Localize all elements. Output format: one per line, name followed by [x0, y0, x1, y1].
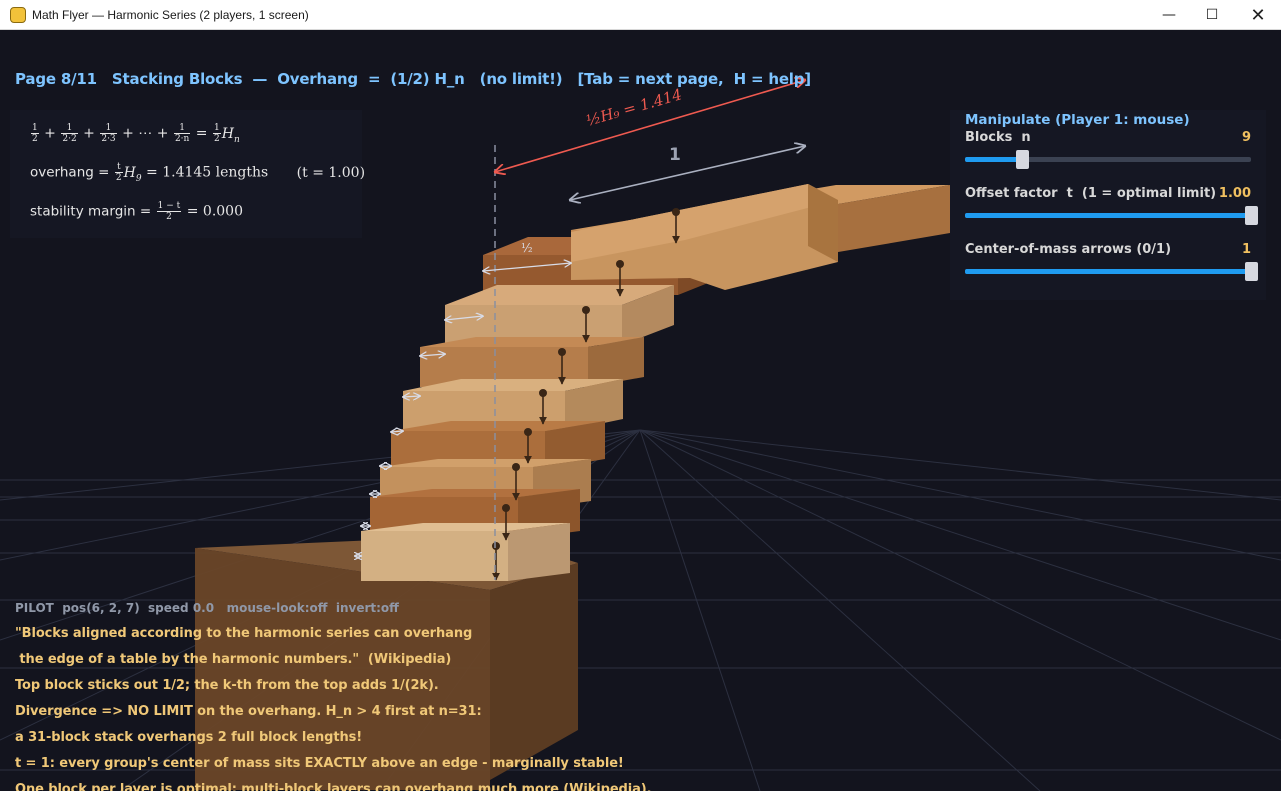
minimize-button[interactable]: —: [1146, 0, 1192, 30]
t-value: (t = 1.00): [296, 164, 366, 181]
stability-value: = 0.000: [186, 203, 243, 220]
blocks-slider-label: Blocks n: [965, 130, 1031, 145]
overhang-value: = 1.4145 lengths: [146, 164, 269, 181]
offset-slider-value: 1.00: [1218, 186, 1251, 201]
close-icon: ✕: [1250, 4, 1266, 26]
info-line-1: "Blocks aligned according to the harmoni…: [15, 626, 473, 641]
block-stack: [361, 184, 950, 581]
blocks-slider[interactable]: [965, 150, 1251, 169]
com-arrows-slider-value: 1: [1241, 242, 1251, 257]
window-titlebar: Math Flyer — Harmonic Series (2 players,…: [0, 0, 1281, 30]
minimize-icon: —: [1162, 7, 1176, 23]
stack-block: [361, 523, 570, 581]
series-equals: =: [195, 125, 208, 142]
panel-title: Manipulate (Player 1: mouse): [965, 112, 1190, 128]
offset-slider[interactable]: [965, 206, 1258, 225]
manipulate-panel: Manipulate (Player 1: mouse) Blocks n 9 …: [950, 110, 1266, 300]
stability-label: stability margin =: [30, 203, 152, 220]
stack-block: [445, 285, 674, 345]
top-gap-label: ½: [521, 241, 533, 255]
com-arrows-slider-label: Center-of-mass arrows (0/1): [965, 242, 1172, 257]
stability-formula: stability margin = 1 − t2 = 0.000: [30, 201, 243, 222]
com-arrows-slider-fill: [965, 269, 1251, 274]
app-icon: [10, 6, 26, 23]
overhang-formula: overhang = t 2 H9 = 1.4145 lengths (t = 1.…: [30, 162, 366, 184]
page-header: Page 8/11 Stacking Blocks — Overhang = (…: [15, 70, 811, 88]
block-length-label: 1: [669, 145, 681, 165]
blocks-slider-thumb[interactable]: [1016, 150, 1030, 169]
series-ellipsis: + ⋯ +: [122, 125, 169, 142]
offset-slider-label: Offset factor t (1 = optimal limit): [965, 186, 1217, 201]
overhang-label: overhang =: [30, 164, 110, 181]
pilot-status: PILOT pos(6, 2, 7) speed 0.0 mouse-look:…: [15, 601, 399, 615]
com-arrows-slider-thumb[interactable]: [1245, 262, 1258, 281]
top-block: [571, 184, 838, 290]
offset-slider-thumb[interactable]: [1245, 206, 1258, 225]
overhang-arrow-label: ½H₉ = 1.414: [584, 85, 684, 130]
info-line-7: One block per layer is optimal; multi-bl…: [15, 782, 652, 791]
close-button[interactable]: ✕: [1235, 0, 1281, 30]
formula-panel: 12 + 1 2·2 + 1 2·3 + ⋯ + 1 2·n = 1 2 Hn overh…: [10, 110, 366, 238]
info-line-4: Divergence => NO LIMIT on the overhang. …: [15, 704, 482, 719]
info-line-3: Top block sticks out 1/2; the k-th from …: [15, 678, 439, 693]
maximize-icon: ☐: [1205, 7, 1219, 23]
blocks-slider-value: 9: [1241, 130, 1251, 145]
harmonic-series-formula: 12 + 1 2·2 + 1 2·3 + ⋯ + 1 2·n = 1 2 Hn: [31, 123, 240, 145]
com-arrows-slider[interactable]: [965, 262, 1258, 281]
info-line-2: the edge of a table by the harmonic numb…: [15, 652, 452, 667]
info-line-6: t = 1: every group's center of mass sits…: [15, 756, 624, 771]
info-line-5: a 31-block stack overhangs 2 full block …: [15, 730, 363, 745]
3d-viewport[interactable]: ½H₉ = 1.414 1 ½ Page 8/11 Stacking Block…: [0, 30, 1281, 791]
window-title: Math Flyer — Harmonic Series (2 players,…: [32, 7, 309, 22]
blocks-slider-fill: [965, 157, 1023, 162]
maximize-button[interactable]: ☐: [1189, 0, 1235, 30]
offset-slider-fill: [965, 213, 1251, 218]
